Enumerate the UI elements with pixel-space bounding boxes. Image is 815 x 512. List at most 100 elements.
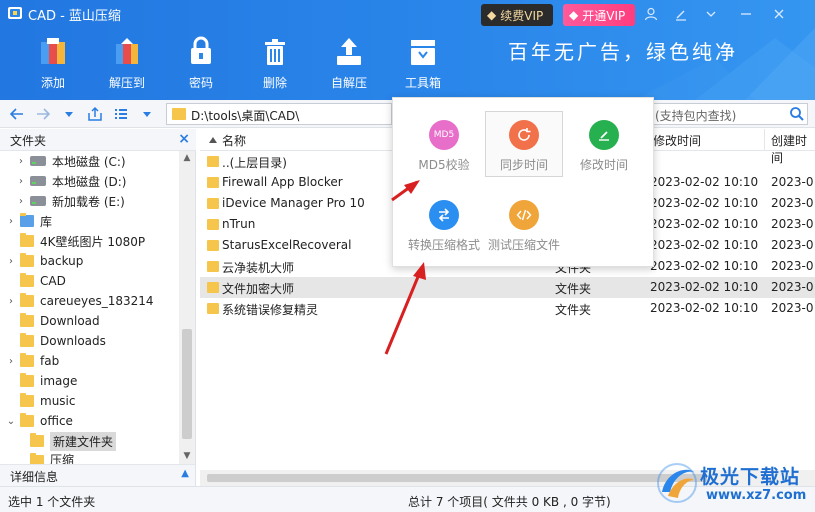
search-placeholder: (支持包内查找) bbox=[655, 109, 737, 123]
delete-label: 删除 bbox=[262, 76, 287, 90]
password-button[interactable]: 密码 bbox=[164, 36, 238, 96]
sync-label: 同步时间 bbox=[499, 158, 548, 172]
expand-arrow-icon[interactable]: › bbox=[16, 156, 26, 167]
tree-item-folder[interactable]: › backup bbox=[6, 251, 83, 271]
expand-up-icon[interactable]: ▲ bbox=[181, 468, 189, 479]
tree-item-folder[interactable]: 压缩 bbox=[26, 451, 74, 464]
tree-item-folder[interactable]: 4K壁纸图片 1080P bbox=[6, 231, 145, 251]
tree-item-folder[interactable]: Download bbox=[6, 311, 100, 331]
tree-item-folder[interactable]: music bbox=[6, 391, 75, 411]
drive-icon bbox=[30, 196, 46, 206]
expand-arrow-icon[interactable]: › bbox=[6, 256, 16, 267]
self-extract-label: 自解压 bbox=[330, 76, 367, 90]
toolbox-button[interactable]: 工具箱 bbox=[386, 36, 460, 96]
up-folder-icon[interactable] bbox=[86, 105, 104, 123]
skin-icon[interactable] bbox=[671, 4, 691, 24]
back-arrow-icon[interactable] bbox=[8, 105, 26, 123]
forward-arrow-icon[interactable] bbox=[34, 105, 52, 123]
test-label: 测试压缩文件 bbox=[487, 238, 560, 252]
tree-item-label: CAD bbox=[40, 274, 66, 288]
watermark-name: 极光下载站 bbox=[700, 466, 801, 488]
path-input[interactable]: D:\tools\桌面\CAD\ bbox=[166, 103, 392, 125]
tree-item-label: image bbox=[40, 374, 78, 388]
modify-time-button[interactable]: 修改时间 bbox=[565, 112, 643, 178]
extract-label: 解压到 bbox=[108, 76, 145, 90]
table-row[interactable]: 系统错误修复精灵 文件夹 2023-02-02 10:10 2023-0 bbox=[200, 298, 815, 319]
tree-item-label: music bbox=[40, 394, 76, 408]
md5-check-button[interactable]: MD5 MD5校验 bbox=[405, 112, 483, 178]
close-icon[interactable] bbox=[769, 4, 789, 24]
convert-format-button[interactable]: 转换压缩格式 bbox=[405, 192, 483, 258]
folder-icon bbox=[207, 303, 219, 314]
diamond-icon: ◆ bbox=[569, 8, 579, 22]
expand-arrow-icon[interactable]: › bbox=[6, 356, 16, 367]
tree-scroll-thumb[interactable] bbox=[182, 329, 192, 439]
toolbox-icon bbox=[411, 40, 435, 65]
expand-arrow-icon[interactable]: › bbox=[16, 196, 26, 207]
column-name[interactable]: 名称 bbox=[222, 132, 246, 149]
tree-item-folder[interactable]: CAD bbox=[6, 271, 66, 291]
tree-item-label: Download bbox=[40, 314, 100, 328]
folder-icon bbox=[30, 433, 44, 447]
tree-item-folder[interactable]: image bbox=[6, 371, 77, 391]
folder-icon bbox=[207, 198, 219, 209]
user-icon[interactable] bbox=[641, 4, 661, 24]
tree-item-drive-d[interactable]: › 本地磁盘 (D:) bbox=[16, 171, 126, 191]
scroll-down-icon[interactable]: ▼ bbox=[182, 451, 192, 461]
detail-panel-bar[interactable]: 详细信息 ▲ bbox=[0, 464, 196, 486]
close-tree-icon[interactable]: × bbox=[178, 131, 190, 147]
folder-icon bbox=[207, 156, 219, 167]
scroll-up-icon[interactable]: ▲ bbox=[182, 153, 192, 163]
diamond-icon: ◆ bbox=[487, 8, 497, 22]
minimize-icon[interactable] bbox=[736, 4, 756, 24]
view-dropdown-icon[interactable] bbox=[138, 105, 156, 123]
folder-tree: 文件夹 × › 本地磁盘 (C:) › 本地磁盘 (D:) › 新加载卷 (E:… bbox=[0, 129, 196, 464]
edit-icon bbox=[589, 120, 619, 150]
table-row-selected[interactable]: 文件加密大师 文件夹 2023-02-02 10:10 2023-0 bbox=[200, 277, 815, 298]
add-archive-icon bbox=[41, 38, 65, 64]
renew-vip-button[interactable]: ◆ 续费VIP bbox=[481, 4, 553, 26]
tree-item-label: 压缩 bbox=[50, 453, 75, 464]
self-extract-button[interactable]: 自解压 bbox=[312, 36, 386, 96]
folder-icon bbox=[20, 413, 34, 427]
tree-item-label: 新加载卷 (E:) bbox=[52, 194, 125, 209]
tree-item-library[interactable]: › 库 bbox=[6, 211, 52, 231]
tree-item-drive-c[interactable]: › 本地磁盘 (C:) bbox=[16, 151, 126, 171]
search-icon[interactable] bbox=[789, 106, 805, 122]
tree-item-folder[interactable]: Downloads bbox=[6, 331, 106, 351]
tree-item-folder[interactable]: ⌄ office bbox=[6, 411, 73, 431]
library-icon bbox=[20, 213, 34, 227]
expand-arrow-icon[interactable]: › bbox=[16, 176, 26, 187]
history-dropdown-icon[interactable] bbox=[60, 105, 78, 123]
tree-scrollbar[interactable]: ▲ ▼ bbox=[179, 151, 195, 464]
collapse-arrow-icon[interactable]: ⌄ bbox=[6, 416, 16, 427]
password-label: 密码 bbox=[188, 76, 213, 90]
view-list-icon[interactable] bbox=[112, 105, 130, 123]
open-vip-button[interactable]: ◆ 开通VIP bbox=[563, 4, 635, 26]
column-modified[interactable]: 修改时间 bbox=[653, 132, 701, 149]
tree-item-drive-e[interactable]: › 新加载卷 (E:) bbox=[16, 191, 125, 211]
folder-icon bbox=[20, 233, 34, 247]
menu-chevron-icon[interactable] bbox=[701, 4, 721, 24]
delete-button[interactable]: 删除 bbox=[238, 36, 312, 96]
add-label: 添加 bbox=[40, 76, 65, 90]
tree-item-label: fab bbox=[40, 354, 60, 368]
hscroll-thumb[interactable] bbox=[207, 474, 707, 482]
add-button[interactable]: 添加 bbox=[16, 36, 90, 96]
sync-time-button[interactable]: 同步时间 bbox=[485, 111, 563, 177]
extract-button[interactable]: 解压到 bbox=[90, 36, 164, 96]
app-title: CAD - 蓝山压缩 bbox=[28, 9, 121, 24]
expand-arrow-icon[interactable]: › bbox=[6, 296, 16, 307]
sync-icon bbox=[509, 120, 539, 150]
folder-icon bbox=[20, 333, 34, 347]
search-input[interactable]: (支持包内查找) bbox=[650, 103, 808, 125]
main-toolbar: 添加 解压到 密码 删除 自解压 工具箱 bbox=[16, 36, 460, 96]
title-bar: CAD - 蓝山压缩 ◆ 续费VIP ◆ 开通VIP bbox=[0, 0, 815, 28]
folder-icon bbox=[20, 353, 34, 367]
app-header: CAD - 蓝山压缩 ◆ 续费VIP ◆ 开通VIP 添加 解压到 密码 删除 … bbox=[0, 0, 815, 100]
tree-item-folder[interactable]: › fab bbox=[6, 351, 59, 371]
test-archive-button[interactable]: 测试压缩文件 bbox=[485, 192, 563, 258]
expand-arrow-icon[interactable]: › bbox=[6, 216, 16, 227]
tree-item-folder[interactable]: › careueyes_183214 bbox=[6, 291, 154, 311]
tree-item-folder-selected[interactable]: 新建文件夹 bbox=[26, 431, 117, 451]
